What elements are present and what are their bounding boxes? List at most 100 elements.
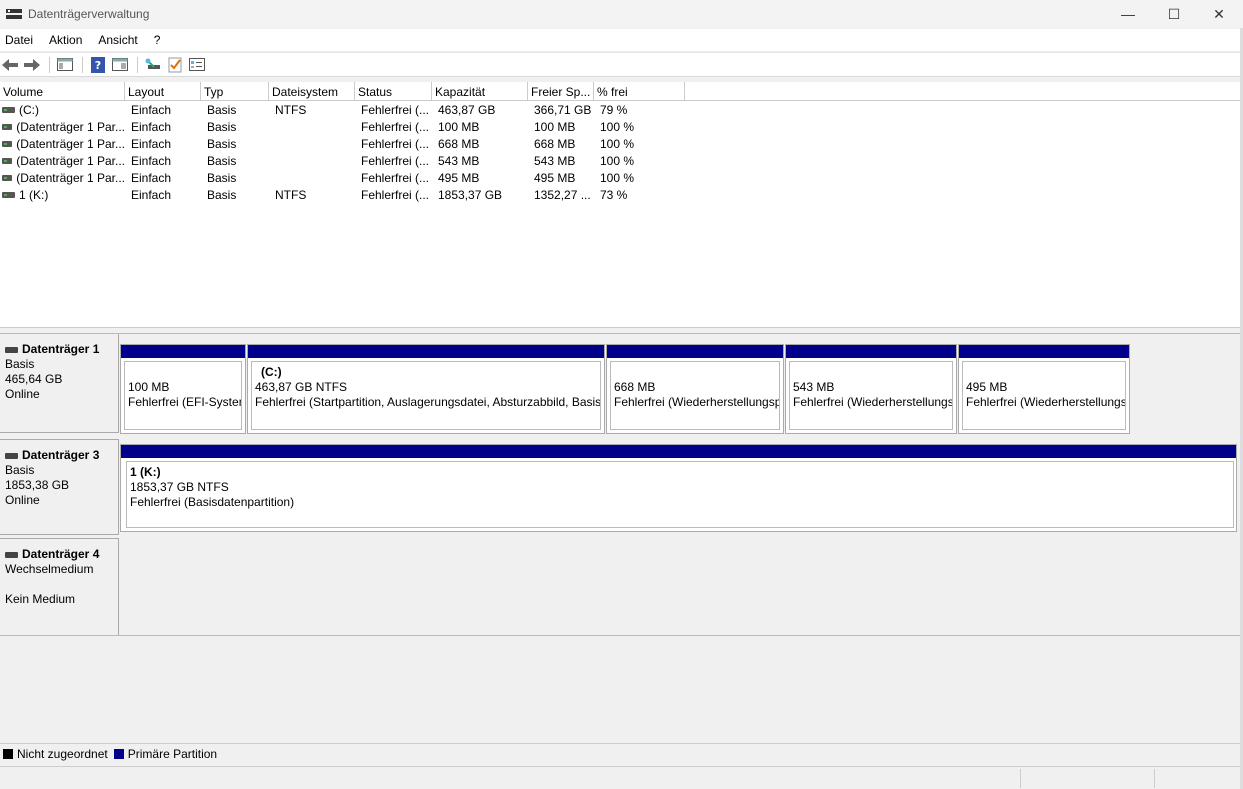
volume-cell-typ: Basis bbox=[207, 187, 237, 202]
partition-size: 100 MB bbox=[128, 380, 170, 394]
menu-ansicht[interactable]: Ansicht bbox=[93, 33, 142, 47]
disk-1-partition-recovery-668[interactable]: 668 MB Fehlerfrei (Wiederherstellungspar… bbox=[606, 344, 784, 434]
toolbar: ? bbox=[0, 52, 1243, 77]
status-bar-pane bbox=[1154, 769, 1240, 788]
volume-cell-volume: (Datenträger 1 Par... bbox=[0, 120, 125, 134]
partition-size: 668 MB bbox=[614, 380, 656, 394]
status-bar bbox=[0, 766, 1240, 789]
column-header-volume[interactable]: Volume bbox=[0, 82, 125, 101]
console-tree-icon[interactable] bbox=[55, 56, 75, 74]
toolbar-separator bbox=[49, 56, 50, 73]
disk-1-partition-efi[interactable]: 100 MB Fehlerfrei (EFI-Systempartition) bbox=[120, 344, 246, 434]
disk-1-partition-recovery-543[interactable]: 543 MB Fehlerfrei (Wiederherstellungspar… bbox=[785, 344, 957, 434]
disk-1-type: Basis bbox=[5, 357, 35, 371]
volume-cell-freier-speicher: 668 MB bbox=[534, 136, 576, 151]
column-header-prozent-frei[interactable]: % frei bbox=[594, 82, 685, 101]
menu-datei[interactable]: Datei bbox=[0, 33, 38, 47]
volume-cell-prozent-frei: 100 % bbox=[600, 136, 635, 151]
partition-size: 543 MB bbox=[793, 380, 835, 394]
disk-3-state: Online bbox=[5, 493, 40, 507]
menu-help[interactable]: ? bbox=[149, 33, 166, 47]
volume-icon bbox=[2, 157, 13, 164]
partition-name: (C:) bbox=[261, 365, 282, 379]
properties-icon[interactable] bbox=[187, 56, 207, 74]
volume-cell-kapazitaet: 668 MB bbox=[438, 136, 480, 151]
volume-row[interactable]: (Datenträger 1 Par... Einfach Basis Fehlerf… bbox=[0, 169, 1240, 186]
partition-status: Fehlerfrei (Startpartition, Auslagerungs… bbox=[255, 395, 601, 409]
disk-4-name: Datenträger 4 bbox=[22, 547, 100, 561]
primary-partition-bar bbox=[959, 345, 1129, 358]
volume-row[interactable]: (C:) Einfach Basis NTFS Fehlerfrei (... 463,8… bbox=[0, 101, 1240, 118]
connect-icon[interactable] bbox=[143, 56, 163, 74]
check-icon[interactable] bbox=[165, 56, 185, 74]
disk-1-partition-recovery-495[interactable]: 495 MB Fehlerfrei (Wiederherstellungspar… bbox=[958, 344, 1130, 434]
volume-cell-status: Fehlerfrei (... bbox=[361, 119, 430, 134]
volume-cell-status: Fehlerfrei (... bbox=[361, 102, 430, 117]
partition-size: 1853,37 GB NTFS bbox=[130, 480, 229, 494]
disk-1-size: 465,64 GB bbox=[5, 372, 63, 386]
volume-cell-typ: Basis bbox=[207, 119, 237, 134]
help-icon[interactable]: ? bbox=[88, 56, 108, 74]
volume-cell-status: Fehlerfrei (... bbox=[361, 136, 430, 151]
disk-1-label[interactable]: Datenträger 1 Basis 465,64 GB Online bbox=[0, 334, 119, 433]
disk-1-state: Online bbox=[5, 387, 40, 401]
volume-icon bbox=[2, 106, 15, 113]
disk-icon bbox=[5, 551, 18, 558]
volume-cell-dateisystem: NTFS bbox=[275, 102, 307, 117]
volume-cell-volume: (C:) bbox=[0, 103, 125, 117]
volume-cell-freier-speicher: 366,71 GB bbox=[534, 102, 592, 117]
volume-name: 1 (K:) bbox=[19, 187, 49, 202]
volume-row[interactable]: 1 (K:) Einfach Basis NTFS Fehlerfrei (... 185… bbox=[0, 186, 1240, 203]
back-icon[interactable] bbox=[0, 56, 20, 74]
close-button[interactable]: ✕ bbox=[1196, 0, 1242, 28]
partition-status: Fehlerfrei (Wiederherstellungspartition) bbox=[966, 395, 1126, 409]
primary-partition-bar bbox=[121, 445, 1236, 458]
disk-1-partition-c[interactable]: (C:) 463,87 GB NTFS Fehlerfrei (Startpar… bbox=[247, 344, 605, 434]
column-header-empty bbox=[685, 82, 1240, 101]
column-header-freier-speicher[interactable]: Freier Sp... bbox=[528, 82, 594, 101]
disk-4-state: Kein Medium bbox=[5, 592, 76, 606]
volume-name: (Datenträger 1 Par... bbox=[16, 153, 125, 168]
column-header-status[interactable]: Status bbox=[355, 82, 432, 101]
partition-status: Fehlerfrei (Basisdatenpartition) bbox=[130, 495, 295, 509]
volume-row[interactable]: (Datenträger 1 Par... Einfach Basis Fehlerf… bbox=[0, 135, 1240, 152]
volume-cell-freier-speicher: 543 MB bbox=[534, 153, 576, 168]
column-header-typ[interactable]: Typ bbox=[201, 82, 269, 101]
minimize-button[interactable]: — bbox=[1105, 0, 1151, 28]
menu-aktion[interactable]: Aktion bbox=[44, 33, 87, 47]
legend-item-primary: Primäre Partition bbox=[113, 747, 217, 761]
disk-4-divider bbox=[0, 635, 1240, 636]
volume-cell-kapazitaet: 100 MB bbox=[438, 119, 480, 134]
volume-cell-layout: Einfach bbox=[131, 136, 172, 151]
partition-size: 495 MB bbox=[966, 380, 1008, 394]
legend-swatch-primary bbox=[113, 749, 124, 759]
volume-name: (Datenträger 1 Par... bbox=[16, 119, 125, 134]
disk-4-label[interactable]: Datenträger 4 Wechselmedium Kein Medium bbox=[0, 538, 119, 636]
disk-4-type: Wechselmedium bbox=[5, 562, 94, 576]
window-title: Datenträgerverwaltung bbox=[28, 7, 150, 21]
volume-row[interactable]: (Datenträger 1 Par... Einfach Basis Fehlerf… bbox=[0, 118, 1240, 135]
legend-item-unallocated: Nicht zugeordnet bbox=[3, 747, 108, 761]
volume-cell-prozent-frei: 100 % bbox=[600, 119, 635, 134]
forward-icon[interactable] bbox=[22, 56, 42, 74]
volume-row[interactable]: (Datenträger 1 Par... Einfach Basis Fehlerf… bbox=[0, 152, 1240, 169]
volume-cell-status: Fehlerfrei (... bbox=[361, 187, 430, 202]
column-header-dateisystem[interactable]: Dateisystem bbox=[269, 82, 355, 101]
volume-cell-volume: (Datenträger 1 Par... bbox=[0, 171, 125, 185]
volume-icon bbox=[2, 191, 15, 198]
disk-icon bbox=[5, 452, 18, 459]
volume-cell-freier-speicher: 100 MB bbox=[534, 119, 576, 134]
menu-bar: Datei Aktion Ansicht ? bbox=[0, 29, 1243, 51]
volume-cell-kapazitaet: 463,87 GB bbox=[438, 102, 496, 117]
show-hide-icon[interactable] bbox=[110, 56, 130, 74]
volume-cell-layout: Einfach bbox=[131, 170, 172, 185]
disk-3-label[interactable]: Datenträger 3 Basis 1853,38 GB Online bbox=[0, 439, 119, 535]
volume-cell-prozent-frei: 79 % bbox=[600, 102, 628, 117]
column-header-kapazitaet[interactable]: Kapazität bbox=[432, 82, 528, 101]
column-header-layout[interactable]: Layout bbox=[125, 82, 201, 101]
disk-3-partition-k[interactable]: 1 (K:) 1853,37 GB NTFS Fehlerfrei (Basis… bbox=[120, 444, 1237, 532]
volume-cell-prozent-frei: 100 % bbox=[600, 170, 635, 185]
maximize-button[interactable]: ☐ bbox=[1151, 0, 1197, 28]
partition-status: Fehlerfrei (Wiederherstellungspartition) bbox=[614, 395, 779, 409]
volume-cell-volume: (Datenträger 1 Par... bbox=[0, 137, 125, 151]
